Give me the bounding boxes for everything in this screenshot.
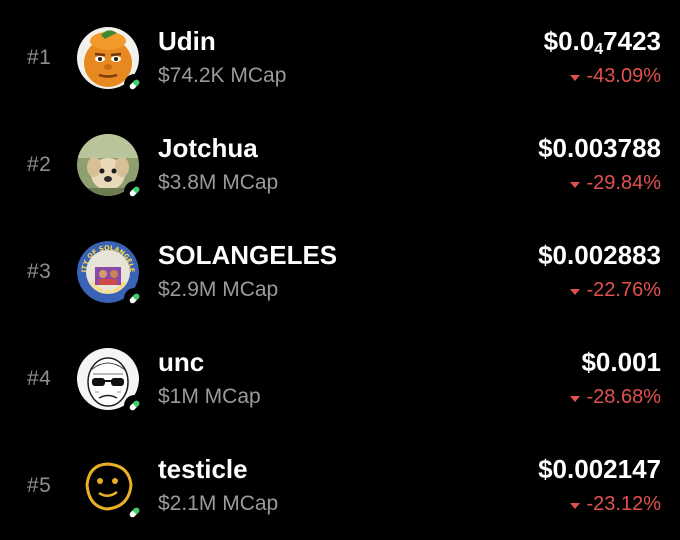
token-row-unc[interactable]: #4 unc $1M MCap $0.001 -28.68% bbox=[0, 321, 680, 421]
price-change: -22.76% bbox=[569, 279, 661, 302]
token-row-solangeles[interactable]: #3 CITY OF SOLANGELES STATE OF MEME bbox=[0, 214, 680, 314]
token-name: SOLANGELES bbox=[158, 240, 338, 270]
pill-icon bbox=[124, 502, 145, 523]
market-cap: $2.9M MCap bbox=[158, 278, 279, 301]
token-row-testicle[interactable]: #5 testicle $2.1M MCap $0.002147 -23.12% bbox=[0, 428, 680, 528]
pill-icon bbox=[124, 395, 145, 416]
caret-down-icon bbox=[569, 181, 580, 188]
token-leaderboard: #1 Udin $74.2K MCap $0.047423 -43.09% #2… bbox=[0, 0, 680, 540]
rank-label: #3 bbox=[27, 260, 52, 283]
token-price: $0.003788 bbox=[538, 133, 661, 163]
price-change: -43.09% bbox=[569, 65, 661, 88]
token-name: Jotchua bbox=[158, 133, 258, 163]
rank-label: #1 bbox=[27, 46, 52, 69]
token-price: $0.047423 bbox=[543, 26, 661, 58]
caret-down-icon bbox=[569, 288, 580, 295]
price-change: -28.68% bbox=[569, 386, 661, 409]
token-name: testicle bbox=[158, 454, 248, 484]
pill-icon bbox=[124, 74, 145, 95]
market-cap: $74.2K MCap bbox=[158, 64, 287, 87]
rank-label: #2 bbox=[27, 153, 52, 176]
token-row-jotchua[interactable]: #2 Jotchua $3.8M MCap $0.003788 -29.84% bbox=[0, 107, 680, 207]
token-row-udin[interactable]: #1 Udin $74.2K MCap $0.047423 -43.09% bbox=[0, 0, 680, 100]
token-name: Udin bbox=[158, 26, 216, 56]
caret-down-icon bbox=[569, 502, 580, 509]
market-cap: $2.1M MCap bbox=[158, 492, 279, 515]
pill-icon bbox=[124, 181, 145, 202]
token-price: $0.001 bbox=[581, 347, 661, 377]
caret-down-icon bbox=[569, 395, 580, 402]
price-change: -23.12% bbox=[569, 493, 661, 516]
market-cap: $3.8M MCap bbox=[158, 171, 279, 194]
token-name: unc bbox=[158, 347, 205, 377]
market-cap: $1M MCap bbox=[158, 385, 261, 408]
rank-label: #4 bbox=[27, 367, 52, 390]
token-price: $0.002147 bbox=[538, 454, 661, 484]
rank-label: #5 bbox=[27, 474, 52, 497]
pill-icon bbox=[124, 288, 145, 309]
caret-down-icon bbox=[569, 74, 580, 81]
price-change: -29.84% bbox=[569, 172, 661, 195]
token-price: $0.002883 bbox=[538, 240, 661, 270]
